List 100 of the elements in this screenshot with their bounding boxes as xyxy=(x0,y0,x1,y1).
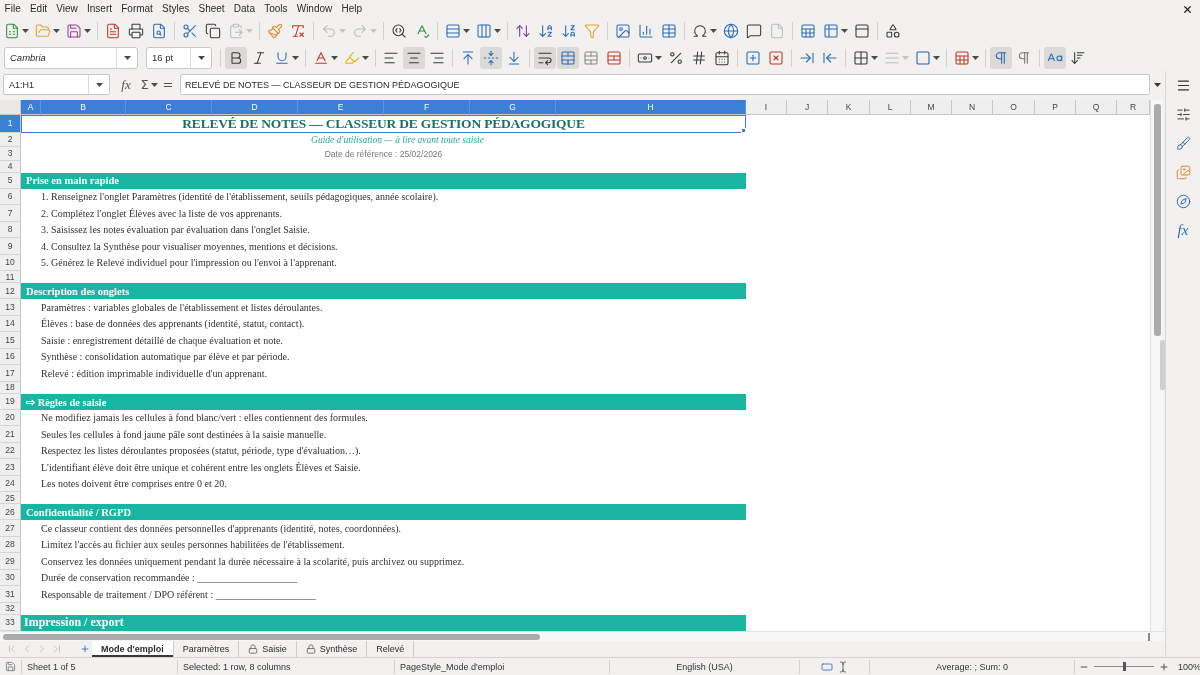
font-name-field[interactable]: Cambria xyxy=(4,46,138,69)
reference-date: Date de référence : 25/02/2026 xyxy=(324,148,443,159)
globe-icon xyxy=(723,23,739,39)
menu-item[interactable]: Edit xyxy=(25,1,52,17)
row-header[interactable]: 27 xyxy=(0,520,21,537)
column-header[interactable]: J xyxy=(787,100,828,115)
row-header[interactable]: 9 xyxy=(0,238,21,255)
functions-button[interactable]: fx xyxy=(1173,221,1193,239)
plus-icon xyxy=(1159,661,1169,672)
sidebar-collapse-handle[interactable] xyxy=(1160,340,1165,390)
row-header[interactable]: 21 xyxy=(0,426,21,443)
section-heading: Description des onglets xyxy=(21,283,746,299)
column-header[interactable]: I xyxy=(746,100,787,115)
bold-button[interactable] xyxy=(225,46,247,69)
column-header[interactable]: D xyxy=(212,100,298,115)
sheet-tab[interactable]: Saisie xyxy=(239,641,297,657)
column-header[interactable]: N xyxy=(952,100,993,115)
page-style[interactable]: PageStyle_Mode d'emploi xyxy=(400,661,505,672)
section-heading: ⇨ Règles de saisie xyxy=(21,393,746,410)
calendar-icon xyxy=(714,49,730,66)
menu-item[interactable]: Styles xyxy=(157,1,194,17)
menu-item[interactable]: Format xyxy=(116,1,158,17)
column-header[interactable]: Q xyxy=(1076,100,1117,115)
column-header[interactable]: R xyxy=(1117,100,1150,115)
row-header[interactable]: 3 xyxy=(0,147,21,161)
merge-center-button[interactable] xyxy=(557,46,579,69)
column-header[interactable]: P xyxy=(1035,100,1076,115)
row-header[interactable]: 13 xyxy=(0,299,21,316)
function-wizard-button[interactable]: fx xyxy=(114,74,138,95)
menu-item[interactable]: Tools xyxy=(259,1,293,17)
sort-ascending-icon xyxy=(538,23,554,39)
selected-cell-range[interactable]: RELEVÉ DE NOTES — CLASSEUR DE GESTION PÉDAGOGIQUE xyxy=(21,115,746,133)
wrap-text-button[interactable] xyxy=(534,46,556,69)
align-middle-button[interactable] xyxy=(480,46,502,69)
column-header[interactable]: K xyxy=(828,100,870,115)
horizontal-scrollbar[interactable] xyxy=(0,631,1165,641)
close-icon xyxy=(1182,3,1193,15)
scissors-icon xyxy=(182,23,198,39)
font-size-field[interactable]: 16 pt xyxy=(146,46,212,69)
row-header[interactable]: 25 xyxy=(0,492,21,504)
menu-item[interactable]: Sheet xyxy=(193,1,230,17)
sheet-tab[interactable]: Paramètres xyxy=(173,641,240,657)
text-horizontal-button[interactable] xyxy=(1044,46,1066,69)
table-columns-icon xyxy=(476,23,492,39)
column-header[interactable]: F xyxy=(384,100,470,115)
row-header[interactable]: 15 xyxy=(0,332,21,349)
caret-icon xyxy=(331,55,338,60)
sum-button[interactable]: Σ xyxy=(138,74,160,95)
vertical-scrollbar[interactable] xyxy=(1150,100,1163,631)
row-header[interactable]: 12 xyxy=(0,283,21,299)
column-header[interactable]: B xyxy=(41,100,126,115)
column-header[interactable]: O xyxy=(993,100,1035,115)
left-to-right-button[interactable] xyxy=(990,46,1012,69)
document-magnifier-icon xyxy=(151,23,167,39)
menu-item[interactable]: Data xyxy=(229,1,260,17)
language[interactable]: English (USA) xyxy=(676,661,733,672)
row-header[interactable]: 1 xyxy=(0,115,21,133)
row-header[interactable]: 29 xyxy=(0,553,21,570)
caret-icon xyxy=(150,82,158,87)
sheet-tab[interactable]: Relevé xyxy=(367,641,415,657)
column-header[interactable]: H xyxy=(556,100,746,115)
column-header[interactable]: M xyxy=(911,100,952,115)
merge-cells-icon xyxy=(583,49,599,66)
align-center-button[interactable] xyxy=(403,46,425,69)
align-top-icon xyxy=(460,49,476,66)
menu-item[interactable]: Help xyxy=(336,1,367,17)
scrollbar-thumb[interactable] xyxy=(1153,104,1161,336)
merge-cells-icon xyxy=(560,49,576,66)
column-header[interactable]: L xyxy=(870,100,911,115)
formula-button[interactable]: = xyxy=(160,74,176,95)
sheet-tab[interactable]: Mode d'emploi xyxy=(92,641,174,657)
name-box[interactable]: A1:H1 xyxy=(3,74,110,95)
column-header[interactable]: G xyxy=(470,100,556,115)
formula-input[interactable]: RELEVÉ DE NOTES — CLASSEUR DE GESTION PÉDAGOGIQUE xyxy=(180,74,1150,95)
fill-handle[interactable] xyxy=(741,127,746,133)
row-header[interactable]: 11 xyxy=(0,271,21,283)
instruction-text: Relevé : édition imprimable individuelle d'un apprenant. xyxy=(41,367,267,379)
menu-item[interactable]: Insert xyxy=(82,1,117,17)
instruction-text: Durée de conservation recommandée : ____________________ xyxy=(41,572,298,584)
menu-item[interactable]: Window xyxy=(292,1,337,17)
row-header[interactable]: 7 xyxy=(0,205,21,222)
panel-icon xyxy=(854,23,870,39)
bar-chart-icon xyxy=(638,23,654,39)
clear-formatting-icon xyxy=(290,23,306,39)
column-header[interactable]: C xyxy=(126,100,212,115)
column-header[interactable]: E xyxy=(298,100,384,115)
menu-item[interactable]: View xyxy=(51,1,83,17)
plus-icon xyxy=(80,644,90,654)
row-header[interactable]: 17 xyxy=(0,365,21,382)
scrollbar-thumb[interactable] xyxy=(3,633,540,640)
sheet-tab[interactable]: Synthèse xyxy=(296,641,368,657)
instruction-text: Conservez les données uniquement pendant la durée nécessaire à la scolarité, puis archivez ou supprimez. xyxy=(41,555,465,567)
column-header[interactable]: A xyxy=(21,100,41,115)
row-header[interactable]: 31 xyxy=(0,586,21,603)
row-header[interactable]: 26 xyxy=(0,504,21,520)
row-header[interactable]: 23 xyxy=(0,459,21,476)
slider-thumb[interactable] xyxy=(1123,662,1126,671)
square-x-icon xyxy=(768,49,784,66)
menu-item[interactable]: File xyxy=(0,1,26,17)
speech-bubble-icon xyxy=(746,23,762,39)
